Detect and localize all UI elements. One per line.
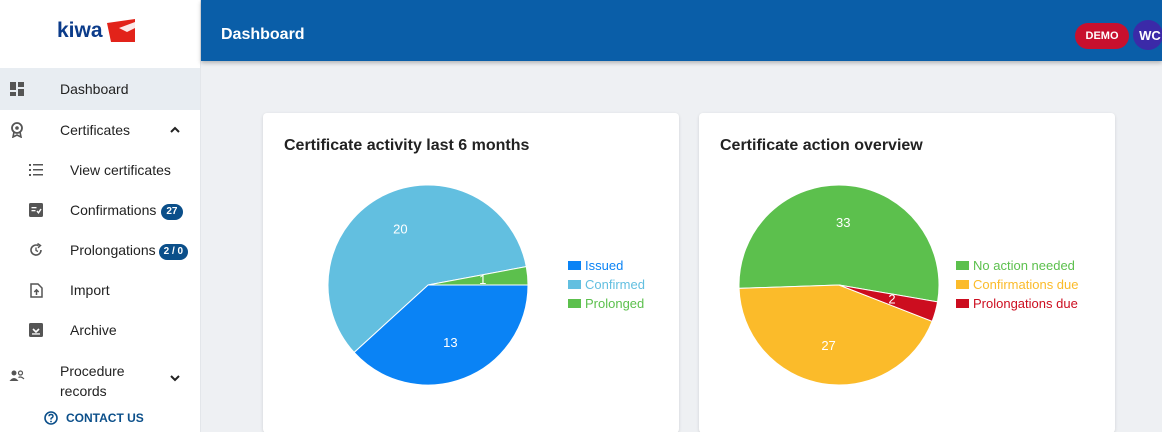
pie-data-label: 2	[888, 292, 895, 307]
dashboard-icon	[9, 81, 25, 97]
sidebar-item-label: Archive	[70, 322, 117, 338]
sidebar-item-label-multiline: Procedure records	[60, 361, 125, 401]
chevron-up-icon[interactable]	[169, 124, 181, 136]
kiwa-logo[interactable]: kiwa	[0, 0, 200, 61]
file-upload-icon	[28, 282, 44, 298]
chevron-down-icon[interactable]	[169, 372, 181, 384]
people-records-icon	[9, 368, 25, 384]
kiwa-logo-wordmark: kiwa	[57, 19, 103, 42]
pie-data-label: 20	[393, 221, 407, 236]
sidebar-item-dashboard[interactable]: Dashboard	[0, 68, 200, 110]
legend-item-prolongations-due[interactable]: Prolongations due	[956, 294, 1079, 313]
pie-slice-no-action-needed[interactable]	[738, 184, 940, 303]
legend-label: Confirmed	[585, 277, 645, 292]
pie-data-label: 33	[836, 215, 850, 230]
legend-item-issued[interactable]: Issued	[568, 256, 645, 275]
contact-us-label: CONTACT US	[66, 411, 144, 425]
legend-swatch	[956, 261, 969, 270]
chart-legend: No action needed Confirmations due Prolong…	[956, 256, 1079, 313]
sidebar-item-label-line1: Procedure	[60, 363, 125, 379]
user-avatar[interactable]: WC	[1133, 20, 1162, 50]
legend-swatch	[956, 299, 969, 308]
top-app-bar: Dashboard DEMO WC	[201, 0, 1162, 61]
certificate-activity-card: Certificate activity last 6 months 13 20 1…	[263, 113, 679, 432]
legend-label: Confirmations due	[973, 277, 1079, 292]
pie-data-label: 13	[443, 335, 457, 350]
sidebar-item-certificates[interactable]: Certificates	[0, 110, 200, 150]
contact-us-link[interactable]: CONTACT US	[44, 411, 144, 425]
list-icon	[28, 162, 44, 178]
sidebar: kiwa Dashboard Certificates View certifi…	[0, 0, 201, 432]
renew-clock-icon	[28, 242, 44, 258]
legend-item-confirmed[interactable]: Confirmed	[568, 275, 645, 294]
legend-label: No action needed	[973, 258, 1075, 273]
sidebar-item-label-line2: records	[60, 383, 107, 399]
help-circle-icon	[44, 411, 58, 425]
sidebar-item-label-with-badge: Prolongations 2 / 0	[70, 242, 189, 260]
sidebar-item-view-certificates[interactable]: View certificates	[0, 150, 200, 190]
legend-label: Issued	[585, 258, 624, 273]
legend-item-prolonged[interactable]: Prolonged	[568, 294, 645, 313]
legend-swatch	[568, 299, 581, 308]
sidebar-item-label-with-badge: Confirmations 27	[70, 202, 183, 220]
certificate-badge-icon	[9, 122, 25, 138]
page-title: Dashboard	[221, 26, 305, 43]
legend-swatch	[568, 261, 581, 270]
legend-item-no-action-needed[interactable]: No action needed	[956, 256, 1079, 275]
sidebar-item-archive[interactable]: Archive	[0, 310, 200, 350]
sidebar-item-label: Prolongations	[70, 242, 156, 258]
confirmations-count-badge: 27	[161, 204, 183, 220]
legend-label: Prolonged	[585, 296, 645, 311]
sidebar-item-prolongations[interactable]: Prolongations 2 / 0	[0, 230, 200, 270]
certificate-action-card: Certificate action overview 33 27 2 No act…	[699, 113, 1115, 432]
sidebar-item-confirmations[interactable]: Confirmations 27	[0, 190, 200, 230]
sidebar-item-label: Dashboard	[60, 81, 129, 97]
sidebar-item-label: Certificates	[60, 122, 131, 138]
environment-badge: DEMO	[1075, 23, 1129, 49]
kiwa-logo-mark: kiwa	[57, 18, 135, 42]
archive-box-icon	[28, 322, 44, 338]
sidebar-item-label: Confirmations	[70, 202, 157, 218]
sidebar-item-label: View certificates	[70, 162, 171, 178]
legend-item-confirmations-due[interactable]: Confirmations due	[956, 275, 1079, 294]
sidebar-item-label: Import	[70, 282, 110, 298]
sidebar-item-procedure-records[interactable]: Procedure records	[0, 352, 200, 400]
legend-swatch	[956, 280, 969, 289]
pie-data-label: 27	[821, 338, 835, 353]
confirmation-list-icon	[28, 202, 44, 218]
prolongations-count-badge: 2 / 0	[158, 244, 189, 260]
legend-swatch	[568, 280, 581, 289]
legend-label: Prolongations due	[973, 296, 1078, 311]
chart-legend: Issued Confirmed Prolonged	[568, 256, 645, 313]
pie-data-label: 1	[479, 272, 486, 287]
sidebar-item-import[interactable]: Import	[0, 270, 200, 310]
